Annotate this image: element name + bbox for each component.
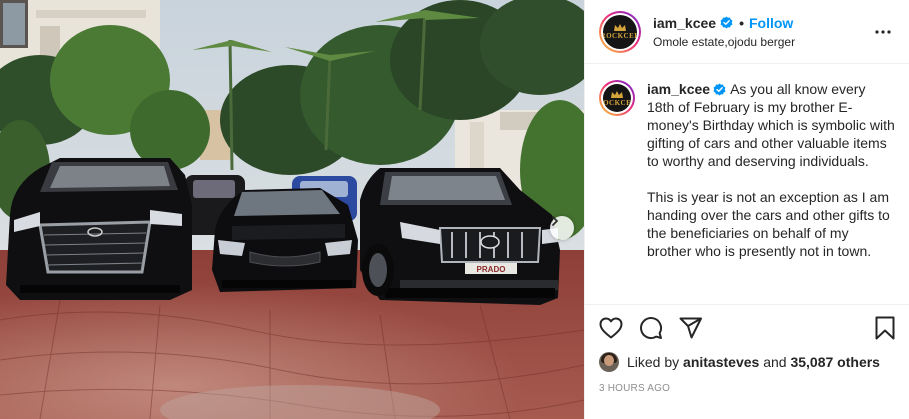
action-bar: [585, 305, 909, 351]
likes-prefix: Liked by: [627, 354, 680, 370]
more-options-icon: [875, 29, 891, 34]
caption-text: iam_kcee As you all know every 18th of F…: [647, 80, 895, 260]
verified-badge-icon: [713, 83, 726, 96]
bookmark-icon: [875, 316, 895, 340]
likes-summary: Liked by anitasteves and 35,087 others: [585, 351, 909, 373]
avatar-logo-text: ROCKCEE: [603, 32, 637, 40]
save-button[interactable]: [855, 308, 895, 348]
next-photo-button[interactable]: [550, 216, 574, 240]
liked-by-user[interactable]: anitasteves: [683, 354, 759, 370]
caption-author-avatar[interactable]: ROCKCEE: [599, 80, 635, 116]
post-location[interactable]: Omole estate,ojodu berger: [653, 34, 873, 50]
author-username[interactable]: iam_kcee: [653, 14, 716, 32]
like-button[interactable]: [599, 308, 639, 348]
author-avatar[interactable]: ROCKCEE: [599, 10, 641, 53]
crown-icon: [611, 90, 623, 98]
license-plate: PRADO: [477, 265, 506, 274]
comment-button[interactable]: [639, 308, 679, 348]
post-photo[interactable]: PRADO: [0, 0, 584, 419]
liker-avatar[interactable]: [599, 352, 619, 372]
post-caption: ROCKCEE iam_kcee As you all know every 1…: [599, 80, 895, 260]
comments-section: ROCKCEE iam_kcee As you all know every 1…: [585, 64, 909, 305]
chevron-right-icon: [552, 216, 559, 226]
likes-count[interactable]: 35,087 others: [790, 354, 880, 370]
post-timestamp[interactable]: 3 HOURS AGO: [585, 383, 909, 394]
share-icon: [679, 317, 702, 339]
share-button[interactable]: [679, 308, 719, 348]
instagram-post: PRADO ROCKCEE: [0, 0, 909, 419]
verified-badge-icon: [720, 16, 733, 29]
heart-icon: [599, 317, 623, 339]
separator-dot: •: [739, 14, 744, 31]
caption-username[interactable]: iam_kcee: [647, 81, 710, 97]
caption-paragraph-2: This is year is not an exception as I am…: [647, 189, 890, 259]
more-options-button[interactable]: [873, 22, 893, 42]
crown-icon: [614, 24, 626, 31]
cars-photo-illustration: PRADO: [0, 0, 584, 419]
follow-button[interactable]: Follow: [749, 14, 793, 32]
post-header: ROCKCEE iam_kcee • Follow Omole estate,o…: [585, 0, 909, 64]
avatar-logo-text: ROCKCEE: [603, 98, 631, 107]
likes-conjunction: and: [763, 354, 787, 370]
comment-icon: [640, 317, 663, 340]
post-side-panel: ROCKCEE iam_kcee • Follow Omole estate,o…: [584, 0, 909, 419]
